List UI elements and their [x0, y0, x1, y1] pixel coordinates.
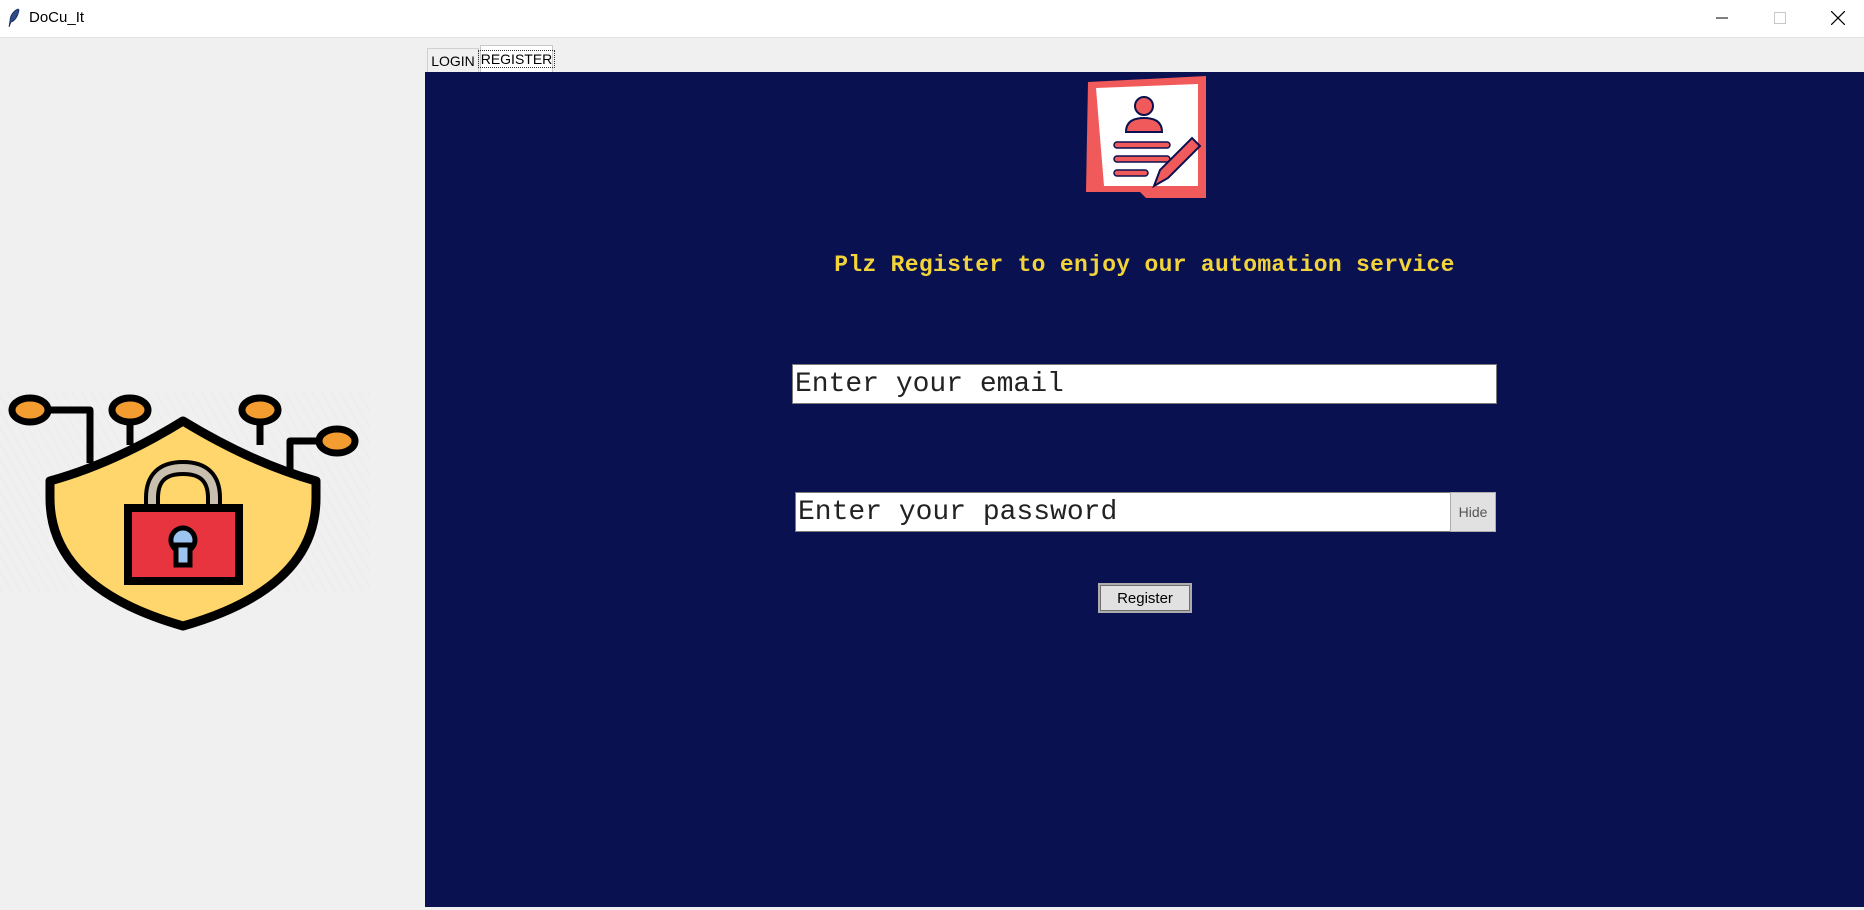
register-document-icon	[1086, 76, 1206, 198]
minimize-icon	[1716, 17, 1728, 19]
title-bar[interactable]: DoCu_It	[0, 0, 1864, 38]
tab-register[interactable]: REGISTER	[477, 45, 556, 72]
maximize-button[interactable]	[1751, 0, 1809, 36]
register-panel: Plz Register to enjoy our automation ser…	[425, 72, 1864, 907]
maximize-icon	[1774, 12, 1786, 24]
register-button[interactable]: Register	[1098, 583, 1192, 613]
app-window: DoCu_It LOGIN REGISTER Plz Register to e…	[0, 0, 1864, 910]
close-button[interactable]	[1809, 0, 1864, 36]
email-field[interactable]	[792, 364, 1497, 404]
left-panel	[0, 38, 424, 910]
tab-register-label: REGISTER	[477, 50, 556, 68]
minimize-button[interactable]	[1693, 0, 1751, 36]
shield-lock-icon	[0, 391, 370, 631]
register-headline: Plz Register to enjoy our automation ser…	[834, 252, 1455, 278]
hide-password-button[interactable]: Hide	[1450, 492, 1496, 532]
feather-icon	[8, 8, 20, 28]
window-title: DoCu_It	[29, 9, 85, 26]
tab-login-label: LOGIN	[431, 52, 475, 69]
close-icon	[1831, 11, 1845, 25]
password-field[interactable]	[795, 492, 1451, 532]
tab-login[interactable]: LOGIN	[427, 48, 479, 72]
